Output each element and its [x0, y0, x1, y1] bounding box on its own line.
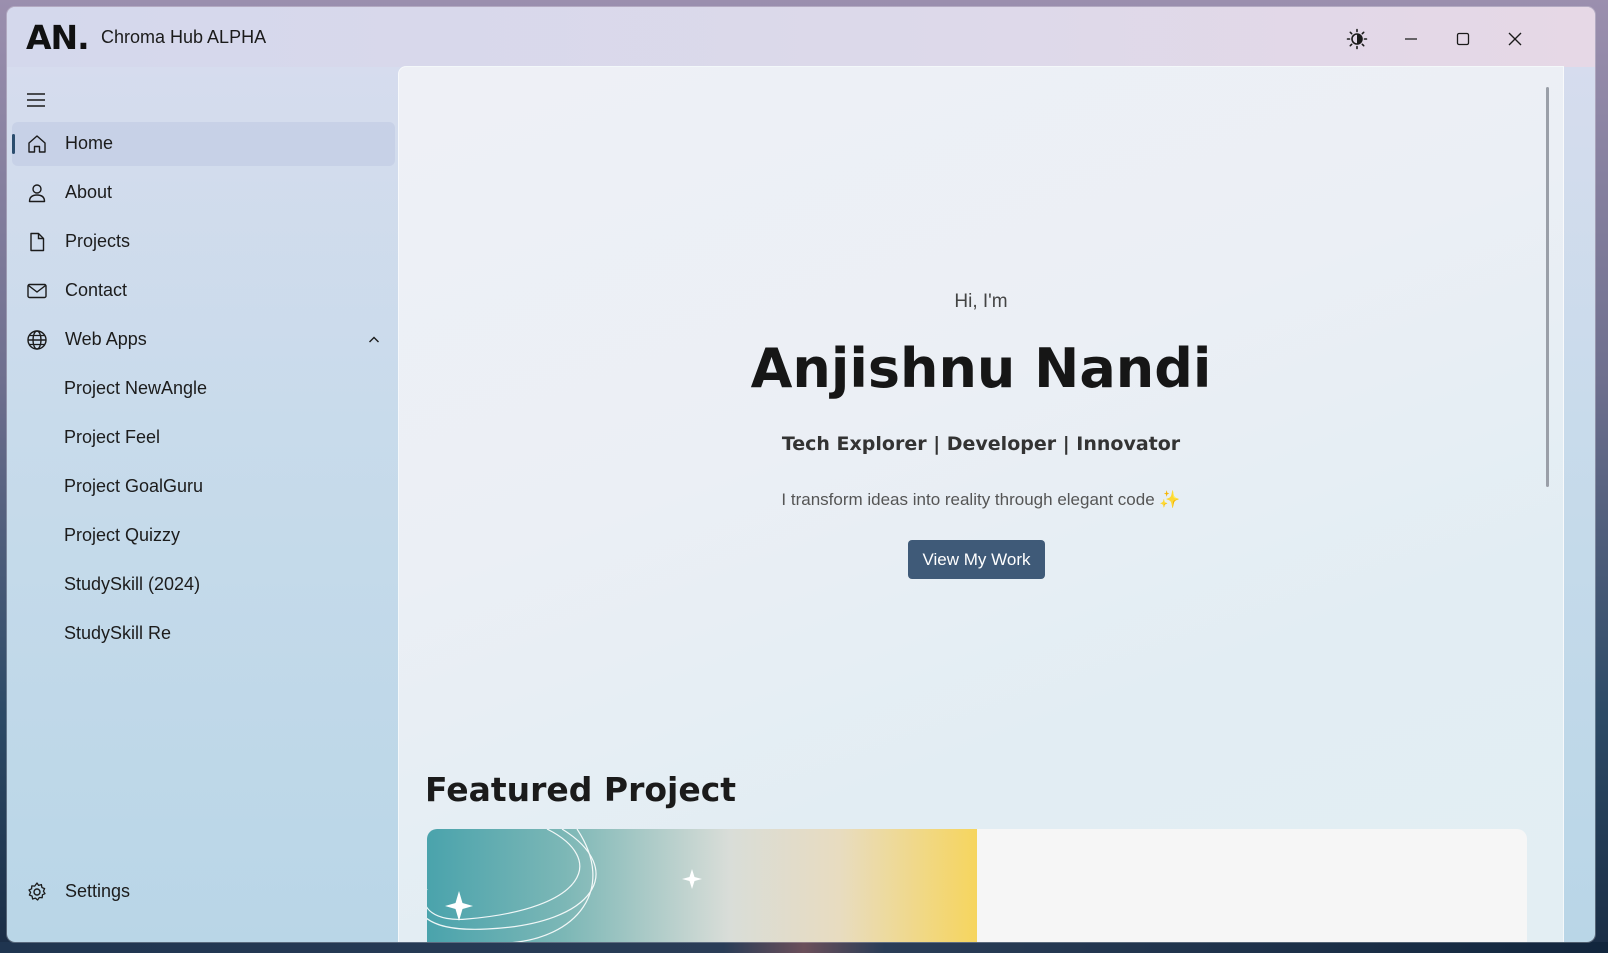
title-bar: AN. Chroma Hub ALPHA: [7, 7, 1595, 67]
hero-greeting: Hi, I'm: [954, 291, 1008, 312]
hero-tagline: Tech Explorer | Developer | Innovator: [781, 433, 1181, 455]
sidebar-item-label: Settings: [65, 881, 131, 901]
view-my-work-button[interactable]: View My Work: [908, 540, 1045, 579]
minimize-button[interactable]: [1391, 21, 1431, 57]
sparkle-decoration: [427, 829, 702, 942]
app-title: Chroma Hub ALPHA: [101, 27, 267, 47]
mail-icon: [27, 283, 47, 299]
sidebar-item-home[interactable]: Home: [12, 122, 395, 166]
sidebar-subitem-project-feel[interactable]: Project Feel: [12, 416, 395, 460]
sidebar-item-projects[interactable]: Projects: [12, 220, 395, 264]
sidebar-subitem-label: Project NewAngle: [64, 378, 208, 398]
sidebar-item-label: Home: [65, 133, 114, 153]
main-content: Hi, I'm Anjishnu Nandi Tech Explorer | D…: [398, 66, 1564, 942]
featured-project-card[interactable]: [427, 829, 1527, 942]
navigation-sidebar: Home About Projects Contact Web Apps Pro…: [7, 67, 399, 942]
close-icon: [1508, 32, 1522, 46]
app-window: AN. Chroma Hub ALPHA Home About Projects…: [7, 7, 1595, 942]
sidebar-subitem-label: Project Feel: [64, 427, 161, 447]
minimize-icon: [1405, 38, 1417, 40]
sidebar-item-label: Contact: [65, 280, 128, 300]
maximize-button[interactable]: [1443, 21, 1483, 57]
chevron-up-icon[interactable]: [367, 333, 381, 347]
featured-project-heading: Featured Project: [425, 770, 737, 809]
close-button[interactable]: [1495, 21, 1535, 57]
selection-indicator: [12, 134, 15, 154]
menu-toggle-button[interactable]: [21, 85, 51, 115]
brightness-icon: [1346, 28, 1368, 50]
hero-description: I transform ideas into reality through e…: [781, 490, 1181, 509]
maximize-icon: [1456, 32, 1470, 46]
hero-name: Anjishnu Nandi: [750, 337, 1212, 400]
theme-toggle-button[interactable]: [1337, 21, 1377, 57]
person-icon: [28, 184, 46, 203]
sidebar-item-label: Projects: [65, 231, 131, 251]
sidebar-subitem-label: Project Quizzy: [64, 525, 181, 545]
sidebar-subitem-project-quizzy[interactable]: Project Quizzy: [12, 514, 395, 558]
globe-icon: [27, 330, 47, 350]
app-logo: AN.: [26, 18, 90, 57]
gear-icon: [28, 882, 46, 901]
sidebar-item-label: About: [65, 182, 113, 202]
sidebar-subitem-label: Project GoalGuru: [64, 476, 204, 496]
sidebar-subitem-project-newangle[interactable]: Project NewAngle: [12, 367, 395, 411]
desktop-wallpaper: [0, 942, 1608, 953]
sidebar-item-web-apps[interactable]: Web Apps: [12, 318, 395, 362]
sidebar-subitem-project-goalguru[interactable]: Project GoalGuru: [12, 465, 395, 509]
sidebar-subitem-studyskill-re[interactable]: StudySkill Re: [12, 612, 395, 656]
home-icon: [28, 135, 46, 153]
featured-project-image: [427, 829, 977, 942]
sidebar-subitem-studyskill-2024[interactable]: StudySkill (2024): [12, 563, 395, 607]
document-icon: [30, 232, 45, 252]
sidebar-subitem-label: StudySkill (2024): [64, 574, 201, 594]
sidebar-item-settings[interactable]: Settings: [12, 870, 395, 914]
sidebar-item-about[interactable]: About: [12, 171, 395, 215]
sidebar-subitem-label: StudySkill Re: [64, 623, 172, 643]
hamburger-icon: [27, 93, 45, 107]
sidebar-item-contact[interactable]: Contact: [12, 269, 395, 313]
content-scrollbar[interactable]: [1546, 87, 1549, 487]
sidebar-item-label: Web Apps: [65, 329, 147, 349]
